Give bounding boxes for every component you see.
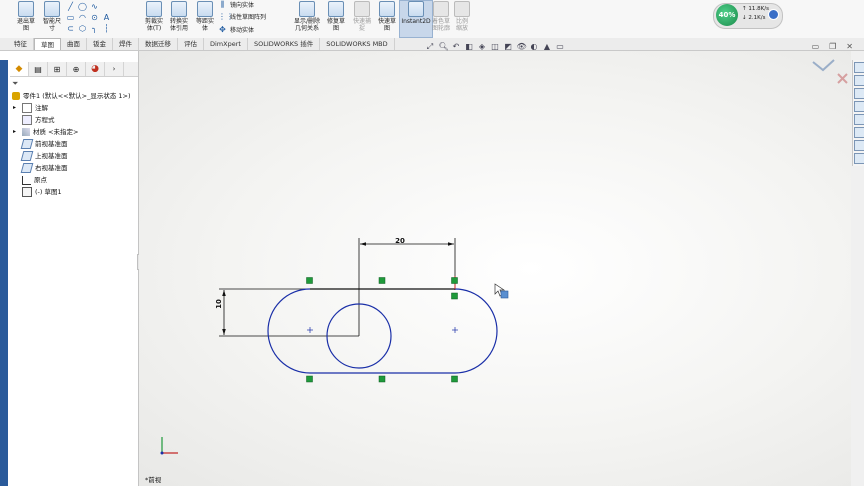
- relation-marker[interactable]: [306, 277, 313, 284]
- triad-origin: [160, 451, 164, 455]
- dimension-arrow: [222, 290, 226, 296]
- center-points: [307, 327, 458, 333]
- relation-marker[interactable]: [451, 277, 458, 284]
- dimension-value-20[interactable]: 20: [395, 237, 405, 245]
- file-explorer-icon[interactable]: [853, 88, 864, 99]
- reference-triad: [160, 437, 178, 455]
- mouse-cursor: [494, 283, 509, 299]
- dimension-arrow: [448, 242, 454, 246]
- dimension-horizontal[interactable]: 20: [358, 237, 456, 336]
- dimension-arrow: [222, 329, 226, 335]
- slot-left-arc[interactable]: [267, 288, 311, 374]
- design-library-icon[interactable]: [853, 75, 864, 86]
- relation-marker[interactable]: [378, 375, 386, 383]
- task-pane: [852, 60, 864, 166]
- relation-markers: [306, 277, 458, 383]
- cursor-feedback-icon: [500, 290, 509, 299]
- custom-properties-icon[interactable]: [853, 127, 864, 138]
- relation-marker[interactable]: [306, 375, 313, 383]
- sketch-canvas: 20 10 *前视: [145, 59, 848, 484]
- relation-marker[interactable]: [451, 375, 458, 383]
- view-name-label: *前视: [145, 475, 162, 484]
- confirm-check-icon[interactable]: [812, 59, 835, 72]
- dimension-arrow: [360, 242, 366, 246]
- appearances-icon[interactable]: [853, 114, 864, 125]
- relation-marker[interactable]: [451, 292, 458, 300]
- view-palette-icon[interactable]: [853, 101, 864, 112]
- confirmation-corner[interactable]: [812, 59, 848, 84]
- forum-icon[interactable]: [853, 140, 864, 151]
- dimension-value-10[interactable]: 10: [215, 299, 223, 309]
- slot-right-arc[interactable]: [454, 288, 498, 374]
- 3dexperience-icon[interactable]: [853, 153, 864, 164]
- cancel-x-icon[interactable]: [837, 73, 848, 84]
- solidworks-resources-icon[interactable]: [853, 62, 864, 73]
- relation-marker[interactable]: [378, 277, 386, 284]
